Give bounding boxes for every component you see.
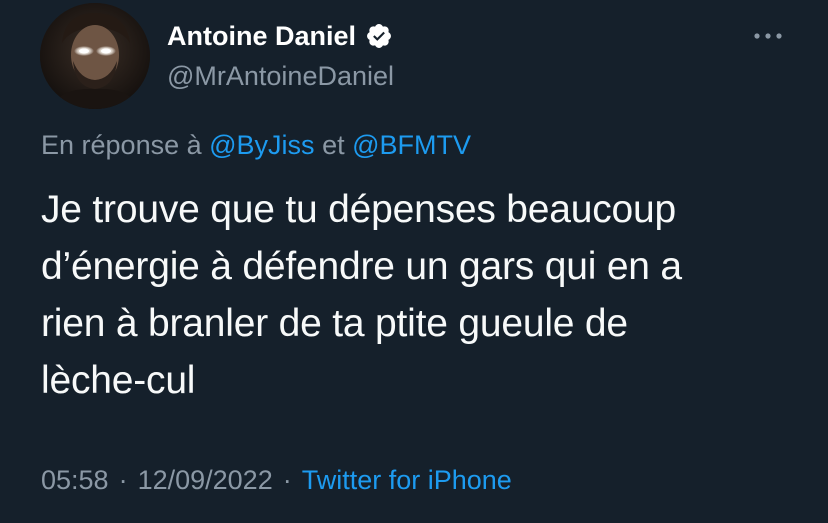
more-options-icon[interactable] [748, 24, 788, 48]
reply-context: En réponse à @ByJiss et @BFMTV [41, 128, 471, 162]
tweet-source-link[interactable]: Twitter for iPhone [302, 465, 512, 495]
author-display-name-row[interactable]: Antoine Daniel [167, 19, 393, 53]
mention-byjiss[interactable]: @ByJiss [209, 130, 314, 160]
avatar[interactable] [40, 3, 150, 109]
tweet-text: Je trouve que tu dépenses beaucoup d’éne… [41, 188, 682, 402]
reply-conjunction: et [322, 130, 345, 160]
tweet-card: Antoine Daniel @MrAntoineDaniel En répon… [0, 0, 828, 523]
author-display-name[interactable]: Antoine Daniel [167, 19, 356, 53]
meta-separator: · [118, 465, 128, 495]
reply-prefix: En réponse à [41, 130, 202, 160]
tweet-metadata: 05:58 · 12/09/2022 · Twitter for iPhone [41, 463, 512, 497]
mention-bfmtv[interactable]: @BFMTV [352, 130, 471, 160]
meta-separator: · [282, 465, 292, 495]
avatar-image [40, 3, 150, 109]
tweet-date[interactable]: 12/09/2022 [138, 465, 273, 495]
tweet-time[interactable]: 05:58 [41, 465, 109, 495]
verified-badge-icon [365, 22, 393, 50]
author-handle[interactable]: @MrAntoineDaniel [167, 59, 394, 93]
